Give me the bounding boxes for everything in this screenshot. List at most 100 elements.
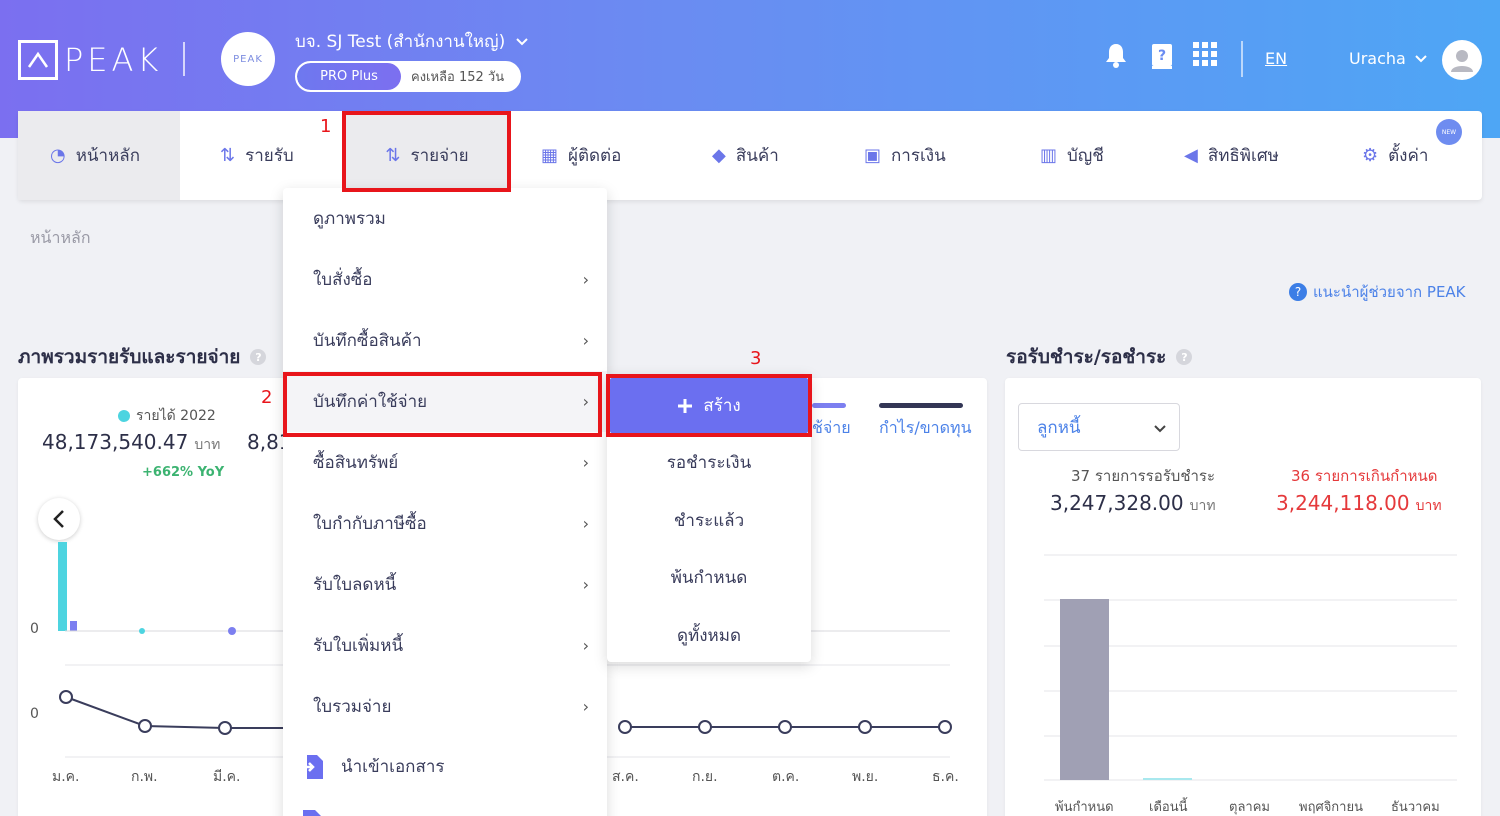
menu-item-combined-payment[interactable]: ใบรวมจ่าย › — [283, 676, 607, 737]
nav-label: สิทธิพิเศษ — [1207, 146, 1279, 166]
menu-item-purchase-tax-invoice[interactable]: ใบกำกับภาษีซื้อ › — [283, 493, 607, 554]
menu-item-buy-asset[interactable]: ซื้อสินทรัพย์ › — [283, 432, 607, 493]
gear-icon: ⚙ — [1362, 145, 1379, 166]
account-book-icon: ▥ — [1040, 145, 1058, 166]
plan-name: PRO Plus — [297, 63, 401, 90]
profit-point[interactable] — [858, 720, 872, 734]
chevron-down-icon — [1154, 425, 1166, 433]
nav-item-income[interactable]: ⇅ รายรับ — [220, 111, 294, 200]
language-switch[interactable]: EN — [1265, 49, 1287, 68]
income-value: 48,173,540.47 — [42, 430, 189, 454]
bell-icon[interactable] — [1104, 42, 1128, 72]
assistant-help-link[interactable]: ? แนะนำผู้ช่วยจาก PEAK — [1289, 280, 1466, 304]
legend-income-label: รายได้ 2022 — [136, 408, 216, 424]
chevron-right-icon: › — [582, 575, 589, 594]
expense-bar[interactable] — [70, 621, 77, 631]
company-avatar[interactable]: PEAK — [221, 32, 275, 86]
income-point — [139, 628, 145, 634]
x-tick: พ้นกำหนด — [1055, 800, 1114, 815]
chevron-right-icon: › — [582, 514, 589, 533]
legend-profit-line — [879, 403, 963, 408]
user-name: Uracha — [1349, 49, 1406, 68]
breadcrumb[interactable]: หน้าหลัก — [30, 226, 91, 251]
help-book-icon[interactable]: ? — [1150, 42, 1174, 74]
submenu-item-awaiting-payment[interactable]: รอชำระเงิน — [607, 449, 811, 476]
menu-item-debit-note[interactable]: รับใบเพิ่มหนี้ › — [283, 615, 607, 676]
menu-item-label: ใบกำกับภาษีซื้อ — [313, 514, 427, 534]
overdue-unit: บาท — [1415, 498, 1442, 514]
profit-point[interactable] — [938, 720, 952, 734]
question-icon: ? — [1289, 283, 1307, 301]
user-avatar[interactable] — [1442, 40, 1482, 80]
this-month-bar[interactable] — [1143, 778, 1192, 780]
step-number: 1 — [320, 116, 332, 137]
nav-item-settings[interactable]: ⚙ ตั้งค่า — [1362, 111, 1428, 200]
plan-badge[interactable]: PRO Plus คงเหลือ 152 วัน — [295, 61, 521, 92]
overdue-total: 3,244,118.00 บาท — [1276, 491, 1442, 517]
chevron-down-icon — [516, 37, 528, 45]
nav-item-products[interactable]: ◆ สินค้า — [712, 111, 779, 200]
user-menu[interactable]: Uracha — [1349, 49, 1428, 68]
nav-label: รายรับ — [245, 146, 294, 166]
submenu-item-view-all[interactable]: ดูทั้งหมด — [607, 622, 811, 649]
menu-item-overview[interactable]: ดูภาพรวม — [283, 188, 607, 249]
x-tick: ตุลาคม — [1229, 800, 1270, 815]
debtor-select-value: ลูกหนี้ — [1037, 417, 1081, 438]
profit-point[interactable] — [778, 720, 792, 734]
legend-expense[interactable]: ช้จ่าย — [812, 416, 851, 441]
debtor-select[interactable]: ลูกหนี้ — [1018, 403, 1180, 451]
menu-item-label: นำเข้าเอกสาร — [341, 757, 445, 777]
yoy-badge: +662% YoY — [142, 465, 225, 480]
menu-item-label: รับใบลดหนี้ — [313, 575, 397, 595]
profit-point[interactable] — [218, 721, 232, 735]
nav-label: ผู้ติดต่อ — [568, 146, 622, 166]
profit-point[interactable] — [618, 720, 632, 734]
profit-line — [65, 696, 285, 729]
menu-item-import-documents[interactable]: นำเข้าเอกสาร — [283, 736, 607, 797]
nav-item-home[interactable]: ◔ หน้าหลัก — [18, 111, 180, 200]
money-icon: ▣ — [864, 145, 882, 166]
apps-grid-icon[interactable] — [1193, 42, 1218, 71]
y-axis-zero: 0 — [30, 621, 39, 637]
overdue-value: 3,244,118.00 — [1276, 491, 1410, 515]
profit-point[interactable] — [698, 720, 712, 734]
pending-value: 3,247,328.00 — [1050, 491, 1184, 515]
overview-title: ภาพรวมรายรับและรายจ่าย — [18, 346, 241, 368]
new-badge: NEW — [1436, 119, 1462, 145]
nav-item-accounting[interactable]: ▥ บัญชี — [1040, 111, 1104, 200]
step-number: 3 — [750, 348, 762, 369]
profit-point[interactable] — [138, 719, 152, 733]
expense-dropdown-menu: ดูภาพรวม ใบสั่งซื้อ › บันทึกซื้อสินค้า ›… — [283, 188, 607, 816]
income-bar[interactable] — [58, 542, 67, 631]
chevron-right-icon: › — [582, 697, 589, 716]
x-tick: ม.ค. — [52, 769, 80, 785]
x-tick: ก.พ. — [131, 769, 158, 785]
chevron-down-icon — [1415, 54, 1427, 62]
pending-total: 3,247,328.00 บาท — [1050, 491, 1216, 517]
nav-item-privileges[interactable]: ◀ สิทธิพิเศษ — [1184, 111, 1279, 200]
peak-logo[interactable]: PEAK — [18, 40, 162, 80]
legend-dot-icon — [118, 410, 130, 422]
x-tick: พ.ย. — [852, 769, 879, 785]
legend-income[interactable]: รายได้ 2022 — [118, 405, 216, 427]
chevron-left-icon — [53, 510, 64, 528]
logo-divider — [183, 42, 185, 76]
company-selector[interactable]: บจ. SJ Test (สำนักงานใหญ่) — [295, 28, 529, 55]
product-box-icon: ◆ — [712, 145, 726, 166]
nav-label: หน้าหลัก — [75, 146, 141, 166]
submenu-item-paid[interactable]: ชำระแล้ว — [607, 507, 811, 534]
overview-title-row: ภาพรวมรายรับและรายจ่าย ? — [18, 342, 267, 372]
x-tick: ธันวาคม — [1391, 800, 1440, 815]
legend-profit[interactable]: กำไร/ขาดทุน — [879, 416, 972, 441]
profit-point[interactable] — [59, 690, 73, 704]
info-icon[interactable]: ? — [250, 349, 267, 365]
menu-item-purchase-record[interactable]: บันทึกซื้อสินค้า › — [283, 310, 607, 371]
info-icon[interactable]: ? — [1176, 349, 1193, 365]
company-name: บจ. SJ Test (สำนักงานใหญ่) — [295, 32, 506, 52]
nav-item-finance[interactable]: ▣ การเงิน — [864, 111, 946, 200]
menu-item-purchase-order[interactable]: ใบสั่งซื้อ › — [283, 249, 607, 310]
overdue-bar[interactable] — [1060, 599, 1109, 780]
submenu-item-overdue[interactable]: พ้นกำหนด — [607, 564, 811, 591]
nav-item-contacts[interactable]: ▦ ผู้ติดต่อ — [541, 111, 621, 200]
menu-item-credit-note[interactable]: รับใบลดหนี้ › — [283, 554, 607, 615]
